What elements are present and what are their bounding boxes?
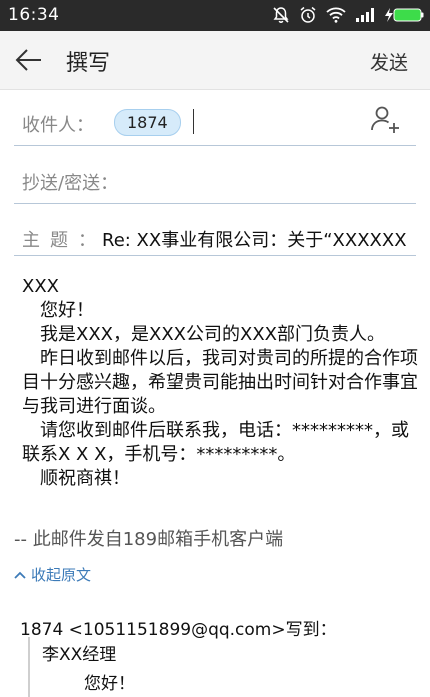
page-title: 撰写 [66,51,111,76]
body-line: 顺祝商祺！ [40,468,130,489]
collapse-original-button[interactable]: 收起原文 [14,564,91,585]
cc-field[interactable]: 抄送/密送： [14,156,416,204]
quoted-message: 李XX经理 您好！ [28,637,410,697]
body-line: 我是XXX，是XXX公司的XXX部门负责人。 [40,324,385,345]
collapse-label: 收起原文 [31,566,92,584]
bell-off-icon [273,7,289,23]
add-contact-button[interactable] [370,104,402,136]
text-caret [193,109,194,134]
to-label: 收件人： [22,115,94,136]
body-line: XXX [22,276,59,297]
message-body[interactable]: XXX 您好！ 我是XXX，是XXX公司的XXX部门负责人。 昨日收到邮件以后，… [22,275,422,491]
alarm-icon [300,6,316,23]
wifi-icon [326,7,346,23]
body-line: 您好！ [40,300,94,321]
arrow-left-icon [15,49,41,71]
signature-text: -- 此邮件发自189邮箱手机客户端 [14,529,284,550]
status-time: 16:34 [8,5,60,25]
subject-label: 主题： [22,230,106,251]
signal-icon [356,8,374,22]
body-line: 请您收到邮件后联系我，电话：*********，或联系X X X，手机号：***… [22,420,409,465]
recipient-chip[interactable]: 1874 [114,109,181,136]
chevron-up-icon [14,571,26,579]
body-line: 昨日收到邮件以后，我司对贵司的所提的合作项目十分感兴趣，希望贵司能抽出时间针对合… [22,348,418,417]
subject-input[interactable]: Re: XX事业有限公司：关于“XXXXXX [102,226,416,252]
to-field[interactable]: 收件人： 1874 [14,98,416,146]
battery-charging-icon [385,8,424,22]
add-person-icon [371,106,399,133]
cc-label: 抄送/密送： [22,173,119,194]
quoted-recipient: 李XX经理 [42,645,117,665]
send-button[interactable]: 发送 [370,48,408,75]
app-bar: 撰写 发送 [0,31,430,90]
status-bar: 16:34 [0,0,430,31]
status-icons [272,5,424,25]
subject-field[interactable]: 主题： Re: XX事业有限公司：关于“XXXXXX [14,215,416,256]
back-button[interactable] [14,46,44,74]
quoted-greeting: 您好！ [84,674,135,694]
